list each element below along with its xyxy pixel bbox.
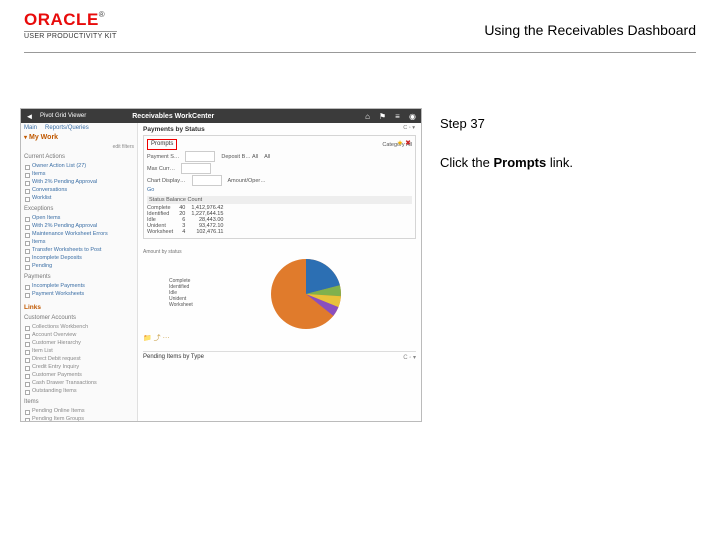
flag-icon[interactable]: ⚑ [378, 112, 387, 121]
sidebar-link[interactable]: Direct Debit request [24, 355, 134, 363]
chart-area: Amount by status Complete Identified Idl… [143, 249, 416, 329]
home-icon[interactable]: ⌂ [363, 112, 372, 121]
export-icons[interactable]: 📁 ⤴ ⋯ [143, 333, 416, 343]
close-icon[interactable]: ✖ [405, 140, 411, 147]
sidebar-item[interactable]: Maintenance Worksheet Errors [24, 230, 134, 238]
filter-label: Amount/Oper… [228, 178, 266, 184]
sidebar-link[interactable]: Customer Payments [24, 371, 134, 379]
panel-controls[interactable]: C ◦ ▾ [403, 125, 415, 131]
pivot-panel: ★✖ Prompts Category All Payment S…Deposi… [143, 135, 416, 239]
sidebar-item[interactable]: Pending [24, 262, 134, 270]
pie-chart [271, 259, 341, 329]
prompts-link[interactable]: Prompts [147, 139, 177, 150]
links-header[interactable]: Links [24, 304, 134, 311]
trademark-symbol: ® [99, 10, 105, 19]
menu-icon[interactable]: ≡ [393, 112, 402, 121]
links-group-items: Items [24, 399, 134, 405]
sidebar-group-exceptions: Exceptions [24, 206, 134, 212]
sidebar-item[interactable]: Owner Action List (27) [24, 162, 134, 170]
panel-controls-2[interactable]: C ◦ ▾ [403, 354, 416, 361]
sidebar-link[interactable]: Collections Workbench [24, 323, 134, 331]
go-button[interactable]: Go [147, 187, 154, 193]
app-topbar: ◄ Pivot Grid Viewer Receivables WorkCent… [21, 109, 421, 123]
sidebar-item[interactable]: Items [24, 170, 134, 178]
my-work-header[interactable]: My Work [24, 134, 134, 141]
sidebar-link[interactable]: Pending Online Items [24, 407, 134, 415]
page-title: Using the Receivables Dashboard [484, 22, 696, 38]
embedded-screenshot: ◄ Pivot Grid Viewer Receivables WorkCent… [20, 108, 422, 422]
pending-section-header: Pending Items by Type C ◦ ▾ [143, 351, 416, 361]
sidebar-group-payments: Payments [24, 274, 134, 280]
sidebar-item[interactable]: With 2% Pending Approval [24, 178, 134, 186]
oracle-wordmark: ORACLE [24, 10, 99, 29]
workcenter-title: Receivables WorkCenter [132, 113, 214, 120]
table-row: Worksheet4102,476.11 [147, 229, 229, 235]
filter-label: Payment S… [147, 154, 179, 160]
sidebar-group-current: Current Actions [24, 154, 134, 160]
sidebar-item[interactable]: Payment Worksheets [24, 290, 134, 298]
filter-label: Deposit B… All [221, 154, 258, 160]
edit-filters-link[interactable]: edit filters [24, 144, 134, 150]
logo-subtitle: USER PRODUCTIVITY KIT [24, 31, 117, 40]
chart-legend: Complete Identified Idle Unident Workshe… [169, 278, 193, 308]
sidebar-link[interactable]: Customer Hierarchy [24, 339, 134, 347]
filter-input[interactable] [181, 163, 211, 174]
sidebar: Main Reports/Queries My Work edit filter… [21, 123, 138, 421]
sidebar-link[interactable]: Cash Drawer Transactions [24, 379, 134, 387]
sidebar-link[interactable]: Account Overview [24, 331, 134, 339]
chart-title: Amount by status [143, 249, 416, 255]
sidebar-link[interactable]: Outstanding Items [24, 387, 134, 395]
sidebar-item[interactable]: Items [24, 238, 134, 246]
sidebar-link[interactable]: Item List [24, 347, 134, 355]
sidebar-item[interactable]: Conversations [24, 186, 134, 194]
tab-reports[interactable]: Reports/Queries [45, 125, 89, 131]
filter-input[interactable] [185, 151, 215, 162]
star-icon[interactable]: ★ [397, 140, 403, 147]
user-icon[interactable]: ◉ [408, 112, 417, 121]
sidebar-item[interactable]: Open Items [24, 214, 134, 222]
sidebar-item[interactable]: Transfer Worksheets to Post [24, 246, 134, 254]
sidebar-item[interactable]: Incomplete Payments [24, 282, 134, 290]
main-panel: C ◦ ▾ Payments by Status ★✖ Prompts Cate… [138, 123, 421, 421]
sidebar-item[interactable]: With 2% Pending Approval [24, 222, 134, 230]
sidebar-link[interactable]: Pending Item Groups [24, 415, 134, 421]
header-divider [24, 52, 696, 53]
brand-logo: ORACLE® USER PRODUCTIVITY KIT [24, 10, 117, 40]
sidebar-link[interactable]: Credit Entry Inquiry [24, 363, 134, 371]
back-icon[interactable]: ◄ [25, 112, 34, 121]
panel-badges: ★✖ [397, 139, 411, 147]
sidebar-item[interactable]: Incomplete Deposits [24, 254, 134, 262]
pivot-title: Payments by Status [143, 126, 416, 133]
pivot-group-header: Status Balance Count [147, 196, 412, 204]
filter-input[interactable] [192, 175, 222, 186]
filter-label: Chart Display… [147, 178, 186, 184]
step-body: Click the Prompts link. [440, 151, 696, 176]
topbar-label: Pivot Grid Viewer [40, 113, 86, 119]
links-group-accounts: Customer Accounts [24, 315, 134, 321]
tab-main[interactable]: Main [24, 125, 37, 131]
pivot-table: Complete401,412,976.42 Identified201,227… [147, 205, 229, 235]
filter-label: Max Curr… [147, 166, 175, 172]
step-label: Step 37 [440, 112, 696, 137]
sidebar-item[interactable]: Worklist [24, 194, 134, 202]
pending-title: Pending Items by Type [143, 354, 204, 361]
instruction-panel: Step 37 Click the Prompts link. [440, 112, 696, 175]
